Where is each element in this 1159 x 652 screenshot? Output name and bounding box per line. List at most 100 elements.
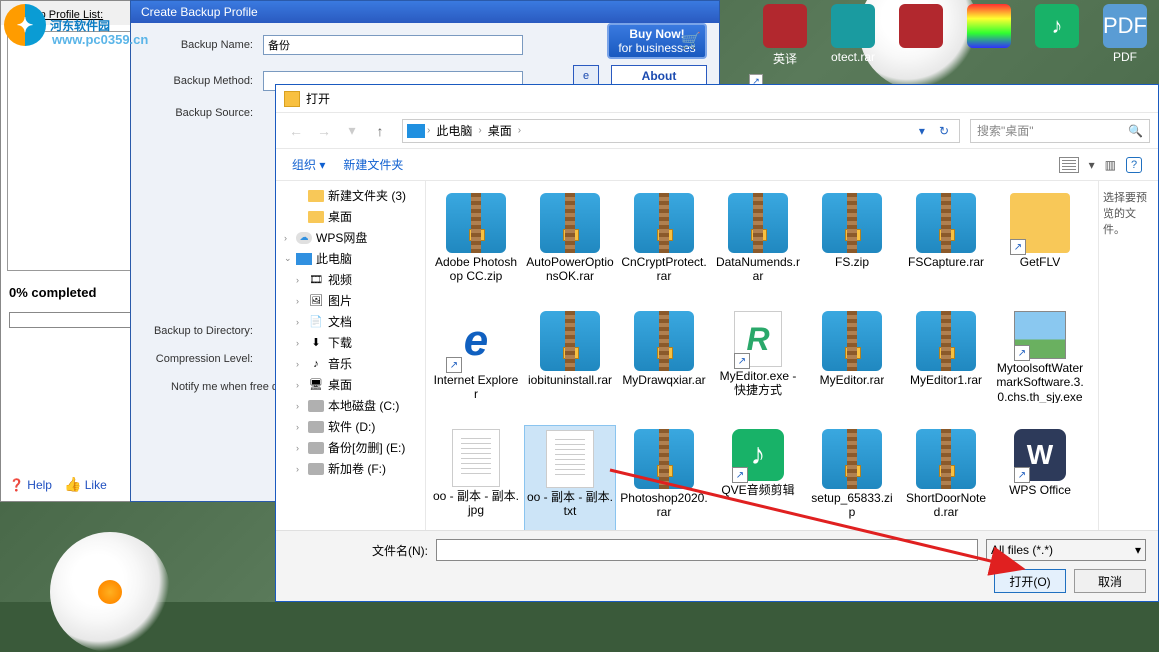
refresh-icon[interactable]: ↻ (933, 124, 955, 138)
tree-label: 新加卷 (F:) (328, 460, 386, 477)
file-item[interactable]: MyEditor.rar (806, 307, 898, 421)
tree-item[interactable]: ›🖥桌面 (278, 374, 423, 395)
tree-icon: 🖼 (308, 295, 324, 307)
desktop-icon[interactable]: ↗英译 (755, 4, 815, 82)
expand-icon[interactable]: ⌄ (284, 253, 292, 264)
expand-icon[interactable]: › (296, 338, 299, 348)
tree-item[interactable]: 新建文件夹 (3) (278, 185, 423, 206)
expand-icon[interactable]: › (296, 380, 299, 390)
tree-item[interactable]: ›软件 (D:) (278, 416, 423, 437)
file-item[interactable]: setup_65833.zip (806, 425, 898, 530)
archive-icon (822, 193, 882, 253)
tree-label: 文档 (328, 313, 352, 330)
shortcut-badge-icon: ↗ (732, 467, 748, 483)
tree-item[interactable]: ⌄此电脑 (278, 248, 423, 269)
view-mode-button[interactable] (1059, 157, 1079, 173)
expand-icon[interactable]: › (284, 233, 287, 243)
expand-icon[interactable]: › (296, 464, 299, 474)
file-item[interactable]: Photoshop2020.rar (618, 425, 710, 530)
tree-icon: 🖥 (308, 379, 324, 391)
backup-dir-label: Backup to Directory: (143, 325, 253, 337)
file-item[interactable]: iobituninstall.rar (524, 307, 616, 421)
backup-list-panel: Backup Profile List: 0% completed ❓ Help… (0, 0, 140, 502)
expand-icon[interactable]: › (296, 422, 299, 432)
tree-label: 桌面 (328, 208, 352, 225)
organize-menu[interactable]: 组织 ▾ (292, 156, 325, 173)
cancel-button[interactable]: 取消 (1074, 569, 1146, 593)
help-icon[interactable]: ? (1126, 157, 1142, 173)
file-label: FS.zip (835, 255, 869, 269)
file-item[interactable]: MyEditor1.rar (900, 307, 992, 421)
desktop-icon[interactable]: ↗otect.rar (823, 4, 883, 82)
tree-label: 备份[勿删] (E:) (328, 439, 405, 456)
file-filter-dropdown[interactable]: All files (*.*) ▾ (986, 539, 1146, 561)
file-item[interactable]: FS.zip (806, 189, 898, 303)
backup-method-label: Backup Method: (143, 75, 253, 87)
file-item[interactable]: ↗GetFLV (994, 189, 1086, 303)
tree-label: 图片 (328, 292, 352, 309)
file-item[interactable]: ShortDoorNoted.rar (900, 425, 992, 530)
folder-tree[interactable]: 新建文件夹 (3)桌面›☁WPS网盘⌄此电脑›🎞视频›🖼图片›📄文档›⬇下载›♪… (276, 181, 426, 530)
archive-icon (634, 311, 694, 371)
breadcrumb-dropdown-icon[interactable]: ▾ (913, 124, 931, 138)
file-label: MyEditor.rar (820, 373, 885, 387)
nav-recent-button[interactable]: ▾ (340, 119, 364, 143)
search-input[interactable]: 搜索"桌面" 🔍 (970, 119, 1150, 143)
tree-item[interactable]: 桌面 (278, 206, 423, 227)
open-file-dialog: 打开 ← → ▾ ↑ › 此电脑 › 桌面 › ▾ ↻ 搜索"桌面" 🔍 组织 … (275, 84, 1159, 602)
tree-item[interactable]: ›☁WPS网盘 (278, 227, 423, 248)
preview-pane-button[interactable]: ▥ (1105, 158, 1116, 172)
archive-icon (634, 429, 694, 489)
desktop-icon[interactable]: ↗ (891, 4, 951, 82)
file-item[interactable]: e↗Internet Explorer (430, 307, 522, 421)
archive-icon (540, 193, 600, 253)
desktop-icon[interactable]: PDF↗PDF (1095, 4, 1155, 82)
tree-item[interactable]: ›♪音乐 (278, 353, 423, 374)
breadcrumb-segment[interactable]: 桌面 (484, 122, 516, 139)
file-item[interactable]: MyDrawqxiar.ar (618, 307, 710, 421)
file-item[interactable]: Adobe Photoshop CC.zip (430, 189, 522, 303)
folder-icon (284, 91, 300, 107)
expand-icon[interactable]: › (296, 275, 299, 285)
tree-icon (308, 211, 324, 223)
file-item[interactable]: DataNumends.rar (712, 189, 804, 303)
file-item[interactable]: ↗MytoolsoftWatermarkSoftware.3.0.chs.th_… (994, 307, 1086, 421)
buy-now-button[interactable]: Buy Now! for businesses 🛒 (607, 23, 707, 59)
help-link[interactable]: ❓ Help (9, 478, 52, 492)
like-link[interactable]: 👍 Like (64, 476, 107, 493)
new-folder-button[interactable]: 新建文件夹 (343, 156, 403, 173)
backup-profile-listbox[interactable] (7, 31, 133, 271)
backup-name-input[interactable] (263, 35, 523, 55)
file-item[interactable]: oo - 副本 - 副本.jpg (430, 425, 522, 530)
tree-item[interactable]: ›📄文档 (278, 311, 423, 332)
desktop-icon[interactable]: ♪↗ (1027, 4, 1087, 82)
file-item[interactable]: oo - 副本 - 副本.txt (524, 425, 616, 530)
tree-item[interactable]: › 新加卷 (F:) (278, 458, 423, 479)
file-item[interactable]: R↗MyEditor.exe - 快捷方式 (712, 307, 804, 421)
file-item[interactable]: W↗WPS Office (994, 425, 1086, 530)
expand-icon[interactable]: › (296, 359, 299, 369)
file-item[interactable]: AutoPowerOptionsOK.rar (524, 189, 616, 303)
expand-icon[interactable]: › (296, 443, 299, 453)
tree-item[interactable]: ›本地磁盘 (C:) (278, 395, 423, 416)
nav-up-button[interactable]: ↑ (368, 119, 392, 143)
nav-back-button[interactable]: ← (284, 119, 308, 143)
file-item[interactable]: CnCryptProtect.rar (618, 189, 710, 303)
file-grid[interactable]: Adobe Photoshop CC.zipAutoPowerOptionsOK… (426, 181, 1098, 530)
file-item[interactable]: ♪↗QVE音频剪辑 (712, 425, 804, 530)
nav-forward-button[interactable]: → (312, 119, 336, 143)
desktop-icon[interactable]: ↗ (959, 4, 1019, 82)
tree-item[interactable]: › 备份[勿删] (E:) (278, 437, 423, 458)
breadcrumb[interactable]: › 此电脑 › 桌面 › ▾ ↻ (402, 119, 960, 143)
breadcrumb-segment[interactable]: 此电脑 (432, 122, 476, 139)
expand-icon[interactable]: › (296, 317, 299, 327)
view-dropdown-icon[interactable]: ▾ (1089, 158, 1095, 172)
expand-icon[interactable]: › (296, 401, 299, 411)
expand-icon[interactable]: › (296, 296, 299, 306)
tree-item[interactable]: ›🎞视频 (278, 269, 423, 290)
filename-input[interactable] (436, 539, 978, 561)
tree-item[interactable]: › 🖼 图片 (278, 290, 423, 311)
file-item[interactable]: FSCapture.rar (900, 189, 992, 303)
open-button[interactable]: 打开(O) (994, 569, 1066, 593)
tree-item[interactable]: ›⬇下载 (278, 332, 423, 353)
